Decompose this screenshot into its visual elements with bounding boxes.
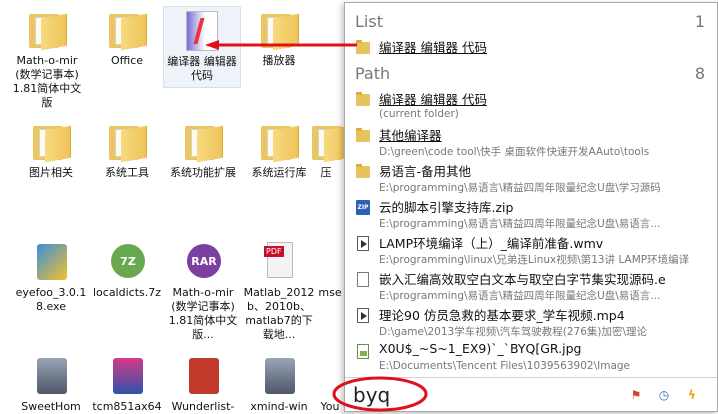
path-item[interactable]: 编译器 编辑器 代码 (current folder) <box>355 89 715 125</box>
7z-archive-icon: 7Z <box>111 244 145 278</box>
flag-icon[interactable]: ⚑ <box>627 386 645 404</box>
path-item[interactable]: X0U$_~S~1_EX9)`_`BYQ[GR.jpg E:\Documents… <box>355 341 715 377</box>
path-item-name: 易语言-备用其他 <box>379 164 472 179</box>
desktop-icon-label: localdicts.7z <box>92 286 162 299</box>
path-item[interactable]: 其他编译器 D:\green\code tool\快手 桌面软件快速开发AAut… <box>355 125 715 161</box>
desktop-icon-label: 压 <box>320 166 332 179</box>
desktop-icon-label: 系统工具 <box>105 166 149 179</box>
path-item-location: E:\programming\易语言\精益四周年限量纪念U盘\学习源码 <box>379 182 661 194</box>
list-item[interactable]: 编译器 编辑器 代码 <box>355 37 715 57</box>
desktop-icon-label: Wunderlist- <box>171 400 235 413</box>
desktop-icon-system-extensions[interactable]: 系统功能扩展 <box>164 118 242 180</box>
annotation-circle <box>332 376 428 412</box>
desktop-icon-label: eyefoo_3.0.18.exe <box>15 286 87 313</box>
path-item-name: LAMP环境编译（上）_编译前准备.wmv <box>379 236 604 251</box>
desktop-icon-label: Math-o-mir(数学记事本) 1.81简体中文版... <box>168 286 238 341</box>
list-section-title: List <box>355 11 383 31</box>
path-item[interactable]: 易语言-备用其他 E:\programming\易语言\精益四周年限量纪念U盘\… <box>355 161 715 197</box>
desktop-icon-label: SweetHom <box>21 400 81 413</box>
path-item-location: E:\programming\易语言\精益四周年限量纪念U盘\易语言... <box>379 290 661 302</box>
bolt-icon[interactable]: ϟ <box>683 386 701 404</box>
installer-icon <box>37 358 67 394</box>
desktop-icon-eyefoo[interactable]: eyefoo_3.0.18.exe <box>12 238 90 314</box>
pdf-icon: PDF <box>264 242 293 278</box>
desktop-icon-tcm851ax64[interactable]: tcm851ax64 <box>88 352 166 414</box>
eyefoo-app-icon <box>37 244 67 280</box>
path-item-name: X0U$_~S~1_EX9)`_`BYQ[GR.jpg <box>379 341 582 356</box>
folder-icon <box>109 125 147 163</box>
desktop-icon-office[interactable]: Office <box>88 6 166 68</box>
list-section-count: 1 <box>694 11 705 31</box>
list-item-name: 编译器 编辑器 代码 <box>379 40 487 55</box>
path-item[interactable]: 理论90 仿员急救的基本要求_学车视频.mp4 D:\game\2013学车视频… <box>355 305 715 341</box>
desktop-icon-label: 播放器 <box>262 54 296 67</box>
desktop-icon-label: mse <box>318 286 342 299</box>
path-item-name: 理论90 仿员急救的基本要求_学车视频.mp4 <box>379 308 625 323</box>
desktop-icon-label: Math-o-mir(数学记事本) 1.81简体中文版 <box>12 54 82 109</box>
folder-icon <box>261 125 299 163</box>
image-icon <box>355 343 371 359</box>
path-item-location: E:\programming\linux\兄弟连Linux视频\第13讲 LAM… <box>379 254 690 266</box>
search-popup: List 1 编译器 编辑器 代码 Path 8 编译器 编辑器 代码 (cur… <box>344 2 718 412</box>
desktop-icon-system-tools[interactable]: 系统工具 <box>88 118 166 180</box>
annotation-arrow <box>205 40 357 50</box>
path-item-location: (current folder) <box>379 108 459 120</box>
video-icon <box>355 235 371 251</box>
rar-archive-icon: RAR <box>187 244 221 278</box>
desktop-icon-xmind[interactable]: xmind-win <box>240 352 318 414</box>
desktop-icon-player[interactable]: 播放器 <box>240 6 318 68</box>
folder-icon <box>29 13 67 51</box>
desktop-icon-localdicts[interactable]: 7Z localdicts.7z <box>88 238 166 300</box>
zip-icon: ZIP <box>355 199 371 215</box>
installer-icon <box>265 358 295 394</box>
path-item-name: 嵌入汇编高效取空白文本与取空白字节集实现源码.e <box>379 272 666 287</box>
desktop-icon-images[interactable]: 图片相关 <box>12 118 90 180</box>
folder-icon <box>33 125 71 163</box>
desktop-icon-math-o-mir-folder[interactable]: Math-o-mir(数学记事本) 1.81简体中文版 <box>8 6 86 110</box>
folder-icon <box>355 163 371 179</box>
folder-icon <box>355 91 371 107</box>
path-item-name: 编译器 编辑器 代码 <box>379 92 487 107</box>
desktop-icon-label: tcm851ax64 <box>92 400 162 413</box>
path-item-name: 云的脚本引擎支持库.zip <box>379 200 514 215</box>
desktop-icon-wunderlist[interactable]: Wunderlist- <box>164 352 242 414</box>
path-section-count: 8 <box>694 63 705 83</box>
video-icon <box>355 307 371 323</box>
desktop-icon-label: Matlab_2012b、2010b、matlab7的下载地... <box>243 286 315 341</box>
desktop-icon-matlab-pdf[interactable]: PDF Matlab_2012b、2010b、matlab7的下载地... <box>240 238 318 342</box>
desktop-icon-math-o-mir-rar[interactable]: RAR Math-o-mir(数学记事本) 1.81简体中文版... <box>164 238 242 342</box>
installer-icon <box>189 358 219 394</box>
clock-icon[interactable]: ◷ <box>655 386 673 404</box>
path-section-header: Path 8 <box>355 62 705 84</box>
desktop-icon-partial[interactable]: 压 <box>306 118 346 180</box>
desktop-icon-mse[interactable]: mse <box>314 238 346 300</box>
path-item[interactable]: ZIP 云的脚本引擎支持库.zip E:\programming\易语言\精益四… <box>355 197 715 233</box>
desktop-icon-label: 系统功能扩展 <box>170 166 236 179</box>
desktop-icon-sweethome[interactable]: SweetHom <box>12 352 90 414</box>
installer-icon <box>113 358 143 394</box>
path-item[interactable]: 嵌入汇编高效取空白文本与取空白字节集实现源码.e E:\programming\… <box>355 269 715 305</box>
path-section-title: Path <box>355 63 391 83</box>
path-item[interactable]: LAMP环境编译（上）_编译前准备.wmv E:\programming\lin… <box>355 233 715 269</box>
path-item-location: E:\programming\易语言\精益四周年限量纪念U盘\易语言... <box>379 218 661 230</box>
folder-icon <box>355 127 371 143</box>
list-section-header: List 1 <box>355 10 705 32</box>
desktop-icon-label: 编译器 编辑器 代码 <box>167 55 237 82</box>
path-item-location: E:\Documents\Tencent Files\1039563902\Im… <box>379 360 631 372</box>
folder-icon <box>185 125 223 163</box>
path-item-location: D:\green\code tool\快手 桌面软件快速开发AAuto\tool… <box>379 146 650 158</box>
document-icon <box>355 271 371 287</box>
desktop-icon-label: xmind-win <box>250 400 308 413</box>
folder-icon <box>312 125 346 163</box>
desktop-icon-label: Office <box>110 54 144 67</box>
desktop-icon-label: 图片相关 <box>29 166 73 179</box>
folder-icon <box>109 13 147 51</box>
path-item-location: D:\game\2013学车视频\汽车驾驶教程(276集)加密\理论 <box>379 326 648 338</box>
path-item-name: 其他编译器 <box>379 128 442 143</box>
